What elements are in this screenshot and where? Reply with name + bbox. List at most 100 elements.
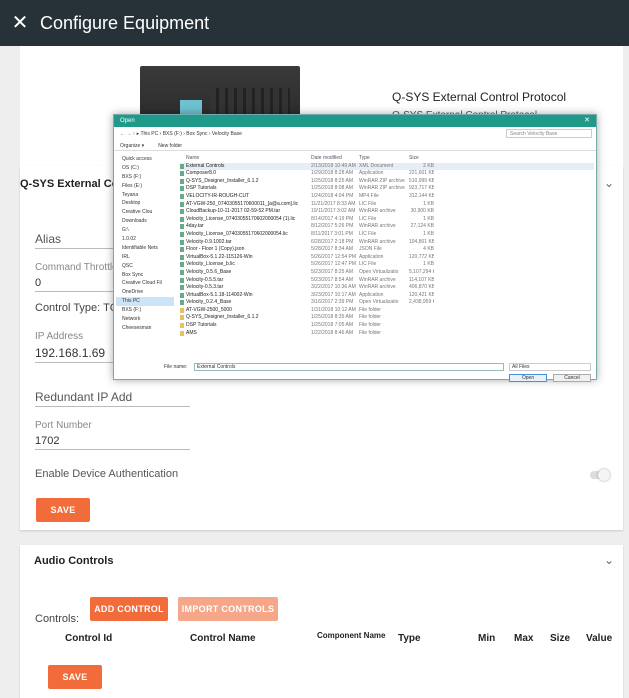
save-button[interactable]: SAVE bbox=[48, 665, 102, 689]
cancel-button[interactable]: Cancel bbox=[553, 374, 591, 382]
command-throttle-input[interactable]: 0 bbox=[35, 277, 41, 289]
file-date: 5/28/2017 8:34 AM bbox=[311, 246, 353, 253]
dialog-close-icon[interactable]: ✕ bbox=[584, 116, 590, 124]
col-size: Size bbox=[550, 633, 571, 644]
file-row[interactable]: CloudBackup-10-11-2017 02-59-52 PM.tar 10… bbox=[180, 208, 594, 216]
file-row[interactable]: Velocity_License_07403055170602000054 (1… bbox=[180, 216, 594, 224]
breadcrumb[interactable]: ← → ↑ ▸ This PC › BXS (F:) › Box Sync › … bbox=[114, 131, 242, 137]
chevron-down-icon[interactable]: ⌄ bbox=[604, 176, 614, 190]
col-date[interactable]: Date modified bbox=[311, 155, 342, 163]
file-row[interactable]: DSP Tutorials 1/25/2018 8:08 AM WinRAR ZIP… bbox=[180, 185, 594, 193]
file-row[interactable]: VirtualBox-5.1.18-114002-Win 3/23/2017 10… bbox=[180, 292, 594, 300]
file-name: AT-VGW-2500_5000 bbox=[186, 306, 232, 313]
nav-item[interactable]: Cheesesman bbox=[116, 324, 174, 333]
alias-field[interactable]: Alias bbox=[35, 232, 61, 246]
file-row[interactable]: Composer8.0 1/29/2018 8:28 AM Application 2… bbox=[180, 170, 594, 178]
file-type: WinRAR archive bbox=[359, 284, 396, 291]
nav-item[interactable]: Box Sync bbox=[116, 271, 174, 280]
nav-item[interactable]: BXS (F:) bbox=[116, 306, 174, 315]
nav-item[interactable]: OS (C:) bbox=[116, 164, 174, 173]
col-max: Max bbox=[514, 633, 534, 644]
file-type: File folder bbox=[359, 306, 381, 313]
file-name: 4day.tar bbox=[186, 223, 204, 230]
file-type: LIC File bbox=[359, 261, 377, 268]
nav-item[interactable]: QSC bbox=[116, 262, 174, 271]
file-row[interactable]: DSP Tutorials 1/25/2018 7:05 AM File folde… bbox=[180, 322, 594, 330]
nav-item[interactable]: 1.0.02 bbox=[116, 235, 174, 244]
col-name[interactable]: Name bbox=[186, 155, 199, 163]
file-date: 3/16/2017 2:39 PM bbox=[311, 299, 354, 306]
toggle-knob bbox=[598, 469, 610, 481]
ip-input[interactable]: 192.168.1.69 bbox=[35, 346, 105, 360]
search-input[interactable]: Search Velocity Base bbox=[506, 129, 592, 138]
nav-item[interactable]: Files (E:) bbox=[116, 182, 174, 191]
filename-input[interactable]: External Controls bbox=[194, 363, 504, 371]
file-row[interactable]: Velocity_0.2.4_Base 3/16/2017 2:39 PM Open… bbox=[180, 299, 594, 307]
file-date: 1/25/2018 8:25 AM bbox=[311, 177, 353, 184]
file-size: 5,107,294 KB bbox=[409, 268, 434, 275]
file-row[interactable]: Q-SYS_Designer_Installer_6.1.2 1/25/2018 … bbox=[180, 314, 594, 322]
file-type: Application bbox=[359, 253, 384, 260]
file-type: WinRAR archive bbox=[359, 276, 396, 283]
nav-item[interactable]: Creative Clou bbox=[116, 208, 174, 217]
col-size[interactable]: Size bbox=[409, 155, 419, 163]
nav-item[interactable]: G:\ bbox=[116, 226, 174, 235]
file-row[interactable]: External Controls 2/13/2018 10:49 AM XML D… bbox=[180, 162, 594, 171]
file-row[interactable]: Velocity-0.9.1002.tar 6/28/2017 2:18 PM Wi… bbox=[180, 239, 594, 247]
file-row[interactable]: AMS 1/22/2018 8:46 AM File folder bbox=[180, 330, 594, 338]
port-input[interactable]: 1702 bbox=[35, 435, 59, 447]
file-type-select[interactable]: All Files bbox=[509, 363, 591, 371]
file-icon bbox=[180, 262, 184, 268]
file-name: Q-SYS_Designer_Installer_6.1.2 bbox=[186, 314, 259, 321]
file-icon bbox=[180, 201, 184, 207]
file-row[interactable]: Floor - Floor 1 (Copy).json 5/28/2017 8:3… bbox=[180, 246, 594, 254]
save-button[interactable]: SAVE bbox=[36, 498, 90, 522]
import-controls-button[interactable]: IMPORT CONTROLS bbox=[178, 597, 278, 621]
organize-button[interactable]: Organize ▾ bbox=[114, 143, 144, 149]
nav-item[interactable]: Desktop bbox=[116, 199, 174, 208]
close-icon[interactable]: ✕ bbox=[0, 0, 40, 46]
file-name: External Controls bbox=[186, 162, 225, 169]
file-row[interactable]: Velocity_License_07403055170602000054.li… bbox=[180, 231, 594, 239]
file-row[interactable]: VirtualBox-5.1.22-115126-Win 5/26/2017 12… bbox=[180, 254, 594, 262]
col-type[interactable]: Type bbox=[359, 155, 370, 163]
open-file-dialog: Open ✕ ← → ↑ ▸ This PC › BXS (F:) › Box … bbox=[113, 114, 597, 382]
file-row[interactable]: Velocity-0.5.5.tar 5/23/2017 8:54 AM WinRA… bbox=[180, 277, 594, 285]
command-bar: Organize ▾ New folder bbox=[114, 141, 596, 151]
file-size: 114,107 KB bbox=[409, 276, 434, 283]
file-row[interactable]: AT-VGW-250_07403055170600011_[a@a.com].l… bbox=[180, 201, 594, 209]
chevron-down-icon[interactable]: ⌄ bbox=[604, 553, 614, 567]
nav-item[interactable]: Creative Cloud Fil bbox=[116, 279, 174, 288]
file-row[interactable]: 4day.tar 8/12/2017 5:26 PM WinRAR archive 2… bbox=[180, 223, 594, 231]
nav-item[interactable]: Downloads bbox=[116, 217, 174, 226]
open-button[interactable]: Open bbox=[509, 374, 547, 382]
col-type: Type bbox=[398, 633, 421, 644]
nav-item[interactable]: OneDrive bbox=[116, 288, 174, 297]
file-row[interactable]: AT-VGW-2500_5000 1/31/2018 10:12 AM File f… bbox=[180, 307, 594, 315]
file-size: 30,900 KB bbox=[410, 208, 434, 215]
file-row[interactable]: VELOCITY-IR-ROUGH-CUT 1/24/2018 4:04 PM MP… bbox=[180, 193, 594, 201]
file-type: WinRAR archive bbox=[359, 208, 396, 215]
add-control-button[interactable]: ADD CONTROL bbox=[90, 597, 168, 621]
file-name: AT-VGW-250_07403055170600011_[a@a.com].l… bbox=[186, 200, 299, 207]
nav-item[interactable]: Teyana bbox=[116, 191, 174, 200]
file-row[interactable]: Velocity_License_b.lic 5/26/2017 12:47 PM… bbox=[180, 261, 594, 269]
nav-item[interactable]: Network bbox=[116, 315, 174, 324]
file-date: 10/11/2017 3:02 AM bbox=[311, 208, 356, 215]
nav-item[interactable]: This PC bbox=[116, 297, 174, 307]
nav-item[interactable]: Quick access bbox=[116, 155, 174, 164]
file-size: 2 KB bbox=[423, 162, 434, 169]
redundant-ip-field[interactable]: Redundant IP Add bbox=[35, 390, 132, 404]
new-folder-button[interactable]: New folder bbox=[144, 143, 182, 149]
file-row[interactable]: Velocity-0.5.3.tar 3/22/2017 10:36 AM WinR… bbox=[180, 284, 594, 292]
file-icon bbox=[180, 163, 184, 169]
nav-item[interactable]: Identifiable Nets bbox=[116, 244, 174, 253]
nav-item[interactable]: BXS (F:) bbox=[116, 173, 174, 182]
file-row[interactable]: Velocity_0.5.6_Base 5/23/2017 8:25 AM Open… bbox=[180, 269, 594, 277]
folder-icon bbox=[180, 315, 184, 321]
auth-toggle[interactable] bbox=[590, 469, 610, 481]
file-type: WinRAR ZIP archive bbox=[359, 185, 405, 192]
file-name: Floor - Floor 1 (Copy).json bbox=[186, 246, 245, 253]
nav-item[interactable]: IRL bbox=[116, 253, 174, 262]
file-row[interactable]: Q-SYS_Designer_Installer_6.1.2 1/25/2018 … bbox=[180, 178, 594, 186]
